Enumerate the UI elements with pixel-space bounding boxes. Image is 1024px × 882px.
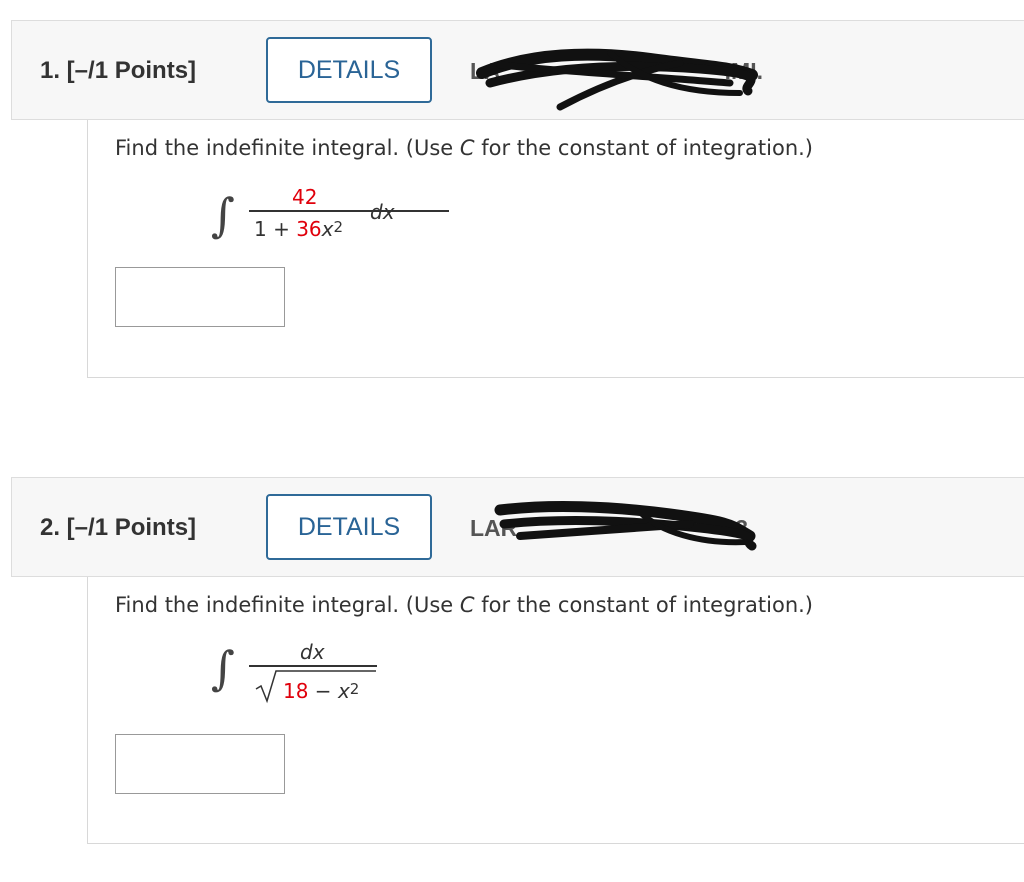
question-1-title: 1. [–/1 Points] — [40, 57, 197, 84]
question-2-header: 2. [–/1 Points] DETAILS LAR 3. — [11, 477, 1024, 577]
question-1-header: 1. [–/1 Points] DETAILS LA .MI. — [11, 20, 1024, 120]
question-2-body: Find the indefinite integral. (Use C for… — [87, 577, 1024, 844]
question-2-title: 2. [–/1 Points] — [40, 514, 197, 541]
question-2-prompt: Find the indefinite integral. (Use C for… — [115, 593, 814, 617]
question-1-differential: dx — [370, 200, 395, 224]
question-2-radicand: 18 − x2 — [283, 679, 360, 703]
question-1-numerator: 42 — [292, 185, 318, 209]
question-1-details-button[interactable]: DETAILS — [266, 37, 432, 103]
question-1-fraction-bar — [249, 210, 449, 212]
redaction-scribble-1 — [476, 48, 758, 111]
integral-sign-icon: ∫ — [211, 188, 235, 242]
question-1-denominator: 1 + 36x2 — [254, 217, 344, 241]
integral-sign-icon: ∫ — [211, 641, 235, 695]
question-2-answer-input[interactable] — [115, 734, 285, 794]
question-2-details-button[interactable]: DETAILS — [266, 494, 432, 560]
question-1-body: Find the indefinite integral. (Use C for… — [87, 120, 1024, 378]
question-1-prompt: Find the indefinite integral. (Use C for… — [115, 136, 814, 160]
redaction-scribble-2 — [494, 501, 757, 551]
question-1-answer-input[interactable] — [115, 267, 285, 327]
question-2-numerator: dx — [300, 640, 325, 664]
